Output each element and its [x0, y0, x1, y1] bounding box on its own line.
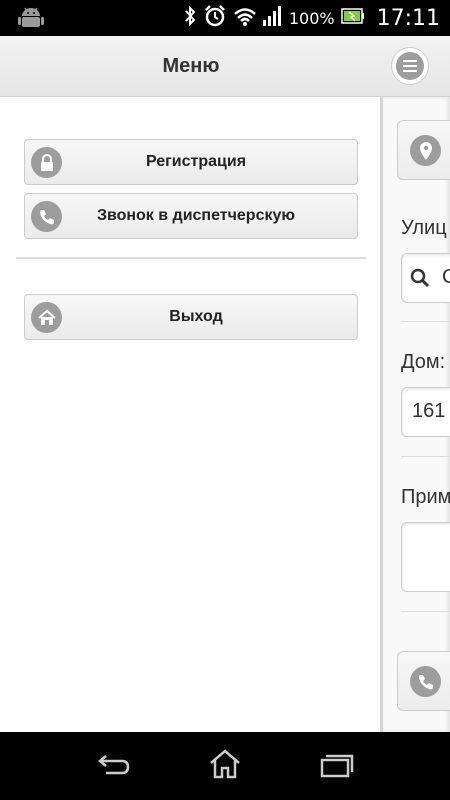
page-title: Меню: [162, 55, 220, 77]
location-pin-icon: [410, 135, 441, 166]
field-separator: [401, 321, 450, 322]
main-content-peek: Улиц С Дом: 161 Прим: [380, 97, 450, 732]
phone-icon: [31, 201, 62, 232]
street-search-input[interactable]: С: [401, 253, 450, 303]
menu-toggle-button[interactable]: [391, 47, 429, 85]
call-dispatcher-button[interactable]: Звонок в диспетчерскую: [24, 193, 358, 239]
status-bar: 100% 17:11: [0, 0, 450, 36]
bluetooth-icon: [183, 5, 197, 32]
street-label: Улиц: [401, 217, 447, 239]
navigation-bar: [0, 732, 450, 800]
field-separator: [401, 456, 450, 457]
note-label: Прим: [401, 486, 450, 508]
call-button[interactable]: [397, 651, 450, 711]
street-value: С: [442, 266, 450, 289]
alarm-icon: [203, 4, 227, 33]
field-separator: [401, 611, 450, 612]
home-icon: [31, 302, 62, 333]
signal-icon: [262, 5, 283, 31]
phone-icon: [410, 666, 441, 697]
side-menu: Регистрация Звонок в диспетчерскую Выход: [0, 97, 382, 732]
house-label: Дом:: [401, 351, 446, 373]
wifi-icon: [233, 6, 257, 31]
header-bar: Меню: [0, 36, 450, 97]
android-icon: [18, 7, 44, 34]
note-textarea[interactable]: [401, 522, 450, 592]
back-icon: [96, 750, 132, 783]
list-icon: [396, 52, 424, 80]
location-button[interactable]: [397, 120, 450, 180]
recent-apps-button[interactable]: [307, 746, 367, 786]
back-button[interactable]: [84, 746, 144, 786]
battery-percent: 100%: [288, 8, 335, 28]
lock-icon: [31, 147, 62, 178]
menu-divider: [16, 257, 366, 259]
house-value: 161: [412, 400, 446, 422]
logout-button[interactable]: Выход: [24, 294, 358, 340]
search-icon: [410, 268, 430, 294]
recent-apps-icon: [319, 750, 355, 783]
registration-button[interactable]: Регистрация: [24, 139, 358, 185]
clock: 17:11: [376, 5, 440, 31]
logout-label: Выход: [169, 308, 223, 325]
home-icon: [208, 748, 242, 785]
registration-label: Регистрация: [145, 153, 247, 170]
home-nav-button[interactable]: [195, 746, 255, 786]
house-number-input[interactable]: 161: [401, 387, 450, 437]
call-dispatcher-label: Звонок в диспетчерскую: [96, 207, 296, 224]
battery-icon: [340, 7, 365, 30]
